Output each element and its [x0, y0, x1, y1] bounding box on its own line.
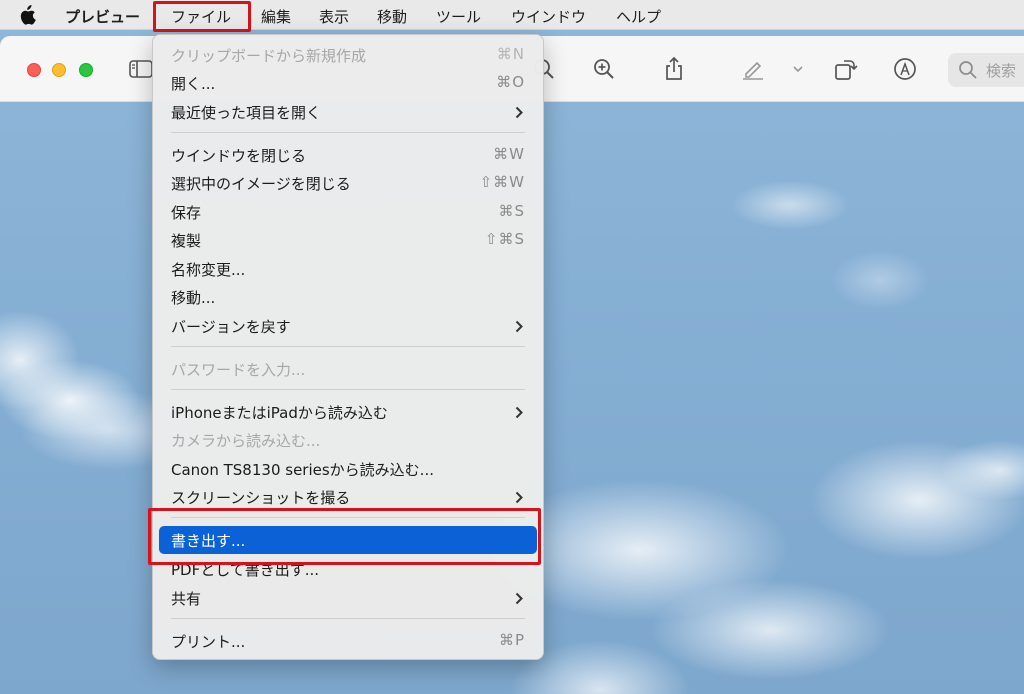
shortcut-label: ⌘S: [498, 202, 525, 220]
shortcut-label: ⌘O: [496, 73, 525, 91]
menu-item-label: 移動...: [171, 289, 216, 307]
menu-item-label: バージョンを戻す: [171, 318, 291, 336]
menu-item-label: 開く...: [171, 75, 216, 93]
menu-item-label: スクリーンショットを撮る: [171, 489, 351, 507]
search-placeholder: 検索: [986, 62, 1017, 80]
menu-item-label: パスワードを入力...: [171, 361, 306, 379]
menu-separator: [171, 389, 525, 390]
menu-item-label: 最近使った項目を開く: [171, 104, 322, 122]
menu-item-open[interactable]: 開く... ⌘O: [153, 69, 543, 97]
search-field[interactable]: 検索: [948, 53, 1024, 87]
menu-item-open-recent[interactable]: 最近使った項目を開く: [153, 98, 543, 126]
menu-separator: [171, 346, 525, 347]
sidebar-icon[interactable]: [128, 56, 154, 82]
minimize-window-button[interactable]: [52, 63, 66, 77]
menu-item-label: ウインドウを閉じる: [171, 147, 307, 165]
menu-item-label: 保存: [171, 204, 202, 222]
close-window-button[interactable]: [27, 63, 41, 77]
shortcut-label: ⇧⌘S: [484, 230, 525, 248]
menu-edit[interactable]: 編集: [261, 6, 291, 27]
menu-go[interactable]: 移動: [377, 6, 407, 27]
menu-item-import-from-scanner[interactable]: Canon TS8130 seriesから読み込む...: [153, 455, 543, 483]
chevron-right-icon: [515, 406, 523, 419]
menu-item-import-from-camera[interactable]: カメラから読み込む...: [153, 426, 543, 454]
menu-help[interactable]: ヘルプ: [616, 6, 661, 27]
chevron-right-icon: [515, 320, 523, 333]
menu-window[interactable]: ウインドウ: [511, 6, 586, 27]
menu-item-take-screenshot[interactable]: スクリーンショットを撮る: [153, 483, 543, 511]
menu-separator: [171, 618, 525, 619]
apple-logo-icon[interactable]: [18, 5, 36, 25]
menu-item-revert-to[interactable]: バージョンを戻す: [153, 312, 543, 340]
share-icon[interactable]: [661, 56, 687, 82]
zoom-window-button[interactable]: [79, 63, 93, 77]
menu-item-rename[interactable]: 名称変更...: [153, 255, 543, 283]
shortcut-label: ⇧⌘W: [479, 173, 525, 191]
menu-item-label: 複製: [171, 232, 202, 250]
menu-item-share[interactable]: 共有: [153, 584, 543, 612]
export-highlight-box: [148, 508, 541, 565]
zoom-in-icon[interactable]: [591, 56, 617, 82]
menu-view[interactable]: 表示: [319, 6, 349, 27]
chevron-right-icon: [515, 491, 523, 504]
menu-separator: [171, 132, 525, 133]
menu-item-duplicate[interactable]: 複製 ⇧⌘S: [153, 226, 543, 254]
app-name-menu[interactable]: プレビュー: [65, 6, 140, 27]
chevron-right-icon: [515, 592, 523, 605]
shortcut-label: ⌘N: [496, 45, 525, 63]
menu-item-label: カメラから読み込む...: [171, 432, 321, 450]
chevron-right-icon: [515, 106, 523, 119]
menu-item-close-selected-image[interactable]: 選択中のイメージを閉じる ⇧⌘W: [153, 169, 543, 197]
rotate-icon[interactable]: [832, 56, 858, 82]
menu-tools[interactable]: ツール: [436, 6, 481, 27]
chevron-down-icon[interactable]: [787, 56, 809, 82]
menu-item-close-window[interactable]: ウインドウを閉じる ⌘W: [153, 141, 543, 169]
shortcut-label: ⌘W: [493, 145, 525, 163]
file-menu-dropdown: クリップボードから新規作成 ⌘N 開く... ⌘O 最近使った項目を開く ウイン…: [152, 34, 544, 660]
search-icon: [959, 61, 977, 79]
menu-item-print[interactable]: プリント... ⌘P: [153, 627, 543, 655]
menu-item-save[interactable]: 保存 ⌘S: [153, 198, 543, 226]
menu-item-move[interactable]: 移動...: [153, 283, 543, 311]
menu-item-label: 共有: [171, 590, 202, 608]
menu-item-new-from-clipboard[interactable]: クリップボードから新規作成 ⌘N: [153, 41, 543, 69]
menu-item-label: iPhoneまたはiPadから読み込む: [171, 404, 388, 422]
file-menu-highlight-box: [153, 1, 251, 32]
markup-icon[interactable]: [892, 56, 918, 82]
menu-item-import-from-iphone[interactable]: iPhoneまたはiPadから読み込む: [153, 398, 543, 426]
menu-item-label: プリント...: [171, 633, 246, 651]
shortcut-label: ⌘P: [498, 631, 525, 649]
menu-item-label: 名称変更...: [171, 261, 246, 279]
menu-item-label: Canon TS8130 seriesから読み込む...: [171, 461, 434, 479]
menu-item-label: クリップボードから新規作成: [171, 47, 367, 65]
highlight-pen-icon[interactable]: [740, 56, 766, 82]
menu-item-label: 選択中のイメージを閉じる: [171, 175, 351, 193]
menu-item-enter-password[interactable]: パスワードを入力...: [153, 355, 543, 383]
